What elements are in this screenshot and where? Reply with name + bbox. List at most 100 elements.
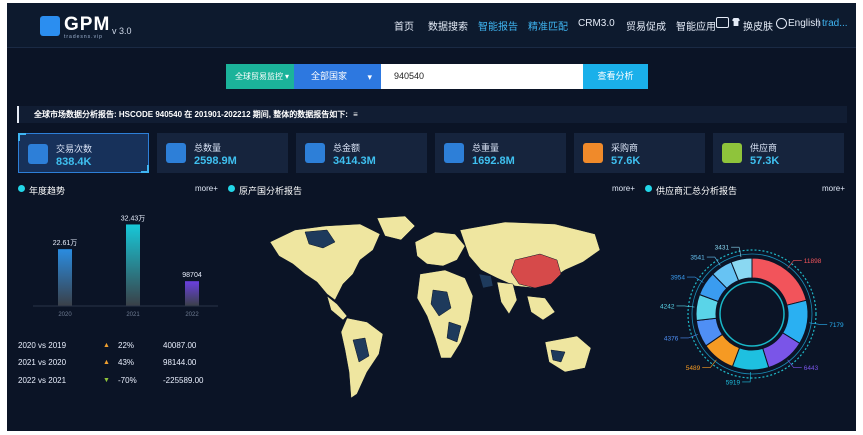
stat-value: 2598.9M [194, 155, 237, 167]
stat-label: 采购商 [611, 143, 639, 153]
yearly-trend-chart: 22.61万 2020 32.43万 2021 98704 2022 [33, 214, 218, 318]
stat-label: 总数量 [194, 143, 222, 153]
supplier-more-link[interactable]: more+ [822, 184, 845, 193]
trend-more-link[interactable]: more+ [195, 184, 218, 193]
stat-label: 总重量 [472, 143, 500, 153]
x-tick-label: 2020 [58, 312, 72, 318]
donut-value-label: 11898 [804, 258, 822, 265]
arrow-up-icon: ▲ [103, 359, 110, 366]
bar-2020[interactable] [58, 249, 72, 306]
stat-value: 1692.8M [472, 155, 515, 167]
nav-home[interactable]: 首页 [394, 18, 414, 33]
donut-value-label: 3431 [715, 245, 730, 252]
country-select-label: 全部国家 [311, 71, 348, 81]
nav-precise-match[interactable]: 精准匹配 [528, 18, 568, 33]
stat-card-transactions[interactable]: 交易次数 838.4K [18, 133, 149, 173]
nav-smart-apps[interactable]: 智能应用 [676, 18, 716, 33]
report-summary-text: 全球市场数据分析报告: HSCODE 940540 在 201901-20221… [34, 110, 348, 119]
stat-card-amount[interactable]: 总金额 3414.3M [296, 133, 427, 173]
stat-card-quantity[interactable]: 总数量 2598.9M [157, 133, 288, 173]
search-category-select[interactable]: 全球贸易监控 ▾ [226, 64, 294, 89]
briefcase-icon [28, 144, 48, 164]
info-icon [166, 143, 186, 163]
donut-value-label: 7179 [829, 322, 844, 329]
origin-section-title: 原产国分析报告 [228, 184, 302, 197]
stat-value: 838.4K [56, 156, 92, 168]
map-southeast-asia [526, 295, 556, 321]
language-switch[interactable]: English [788, 18, 821, 29]
x-tick-label: 2022 [185, 312, 199, 318]
bar-2022[interactable] [185, 281, 199, 306]
stat-card-buyers[interactable]: 采购商 57.6K [574, 133, 705, 173]
stat-card-suppliers[interactable]: 供应商 57.3K [713, 133, 844, 173]
compare-label: 2021 vs 2020 [18, 358, 67, 367]
world-map[interactable] [265, 212, 610, 412]
compare-value: 40087.00 [163, 341, 197, 350]
nav-trade-promo[interactable]: 贸易促成 [626, 18, 666, 33]
arrow-up-icon: ▲ [103, 342, 110, 349]
chevron-down-icon: ▾ [367, 72, 372, 82]
report-summary-bar: 全球市场数据分析报告: HSCODE 940540 在 201901-20221… [17, 106, 847, 123]
logo-subtitle: tradesns.vip [64, 34, 103, 40]
donut-value-label: 5919 [726, 379, 741, 386]
stat-label: 总金额 [333, 143, 361, 153]
view-analysis-button[interactable]: 查看分析 [583, 64, 648, 89]
stat-value: 57.3K [750, 155, 780, 167]
map-central-america [326, 295, 348, 321]
nav-data-search[interactable]: 数据搜索 [428, 18, 468, 33]
skin-icon[interactable] [732, 18, 740, 26]
bar-2021[interactable] [126, 224, 140, 306]
app-window: GPM tradesns.vip v 3.0 首页 数据搜索 智能报告 精准匹配… [7, 3, 856, 431]
nav-smart-report[interactable]: 智能报告 [478, 18, 518, 33]
bar-value-label: 98704 [182, 272, 202, 279]
map-africa [416, 269, 474, 359]
donut-value-label: 3541 [690, 255, 705, 262]
donut-value-label: 3954 [670, 275, 685, 282]
country-select[interactable]: 全部国家 ▾ [294, 64, 381, 89]
stat-card-weight[interactable]: 总重量 1692.8M [435, 133, 566, 173]
top-header: GPM tradesns.vip v 3.0 首页 数据搜索 智能报告 精准匹配… [7, 3, 856, 48]
donut-value-label: 6443 [804, 365, 819, 372]
stat-label: 交易次数 [56, 144, 93, 154]
separator: | [817, 18, 820, 29]
stat-value: 3414.3M [333, 155, 376, 167]
supplier-section-title: 供应商汇总分析报告 [645, 184, 737, 197]
arrow-down-icon: ▼ [103, 377, 110, 384]
bar-value-label: 22.61万 [53, 239, 78, 247]
compare-pct: 43% [118, 358, 135, 367]
trend-section-title: 年度趋势 [18, 184, 65, 197]
map-europe [414, 231, 466, 267]
search-category-label: 全球贸易监控 [235, 72, 283, 81]
x-tick-label: 2021 [126, 312, 140, 318]
compare-value: -225589.00 [163, 376, 204, 385]
user-name[interactable]: trad... [822, 18, 848, 29]
globe-icon[interactable] [776, 18, 787, 29]
menu-icon[interactable]: ≡ [353, 110, 358, 119]
map-greenland [376, 215, 416, 241]
map-china [510, 253, 562, 289]
hscode-input[interactable]: 940540 [381, 64, 583, 89]
buyer-icon [583, 143, 603, 163]
compare-pct: -70% [118, 376, 137, 385]
skin-switch[interactable]: 换皮肤 [743, 18, 773, 33]
wallet-icon [305, 143, 325, 163]
origin-more-link[interactable]: more+ [612, 184, 635, 193]
nav-crm[interactable]: CRM3.0 [578, 18, 615, 29]
supplier-donut-chart: 11898 7179 6443 5919 5489 4376 4242 3954 3541 343… [660, 245, 844, 387]
bar-value-label: 32.43万 [121, 214, 146, 222]
compare-value: 98144.00 [163, 358, 197, 367]
logo-icon[interactable] [40, 16, 60, 36]
chevron-down-icon: ▾ [284, 72, 289, 81]
stat-value: 57.6K [611, 155, 641, 167]
donut-value-label: 5489 [686, 365, 701, 372]
stat-label: 供应商 [750, 143, 778, 153]
version-label: v 3.0 [112, 26, 132, 36]
chat-icon[interactable] [716, 17, 729, 28]
money-bag-icon [444, 143, 464, 163]
supplier-icon [722, 143, 742, 163]
compare-label: 2022 vs 2021 [18, 376, 67, 385]
map-india [496, 281, 518, 315]
donut-value-label: 4376 [664, 335, 679, 342]
logo-text[interactable]: GPM [64, 14, 110, 36]
compare-pct: 22% [118, 341, 135, 350]
